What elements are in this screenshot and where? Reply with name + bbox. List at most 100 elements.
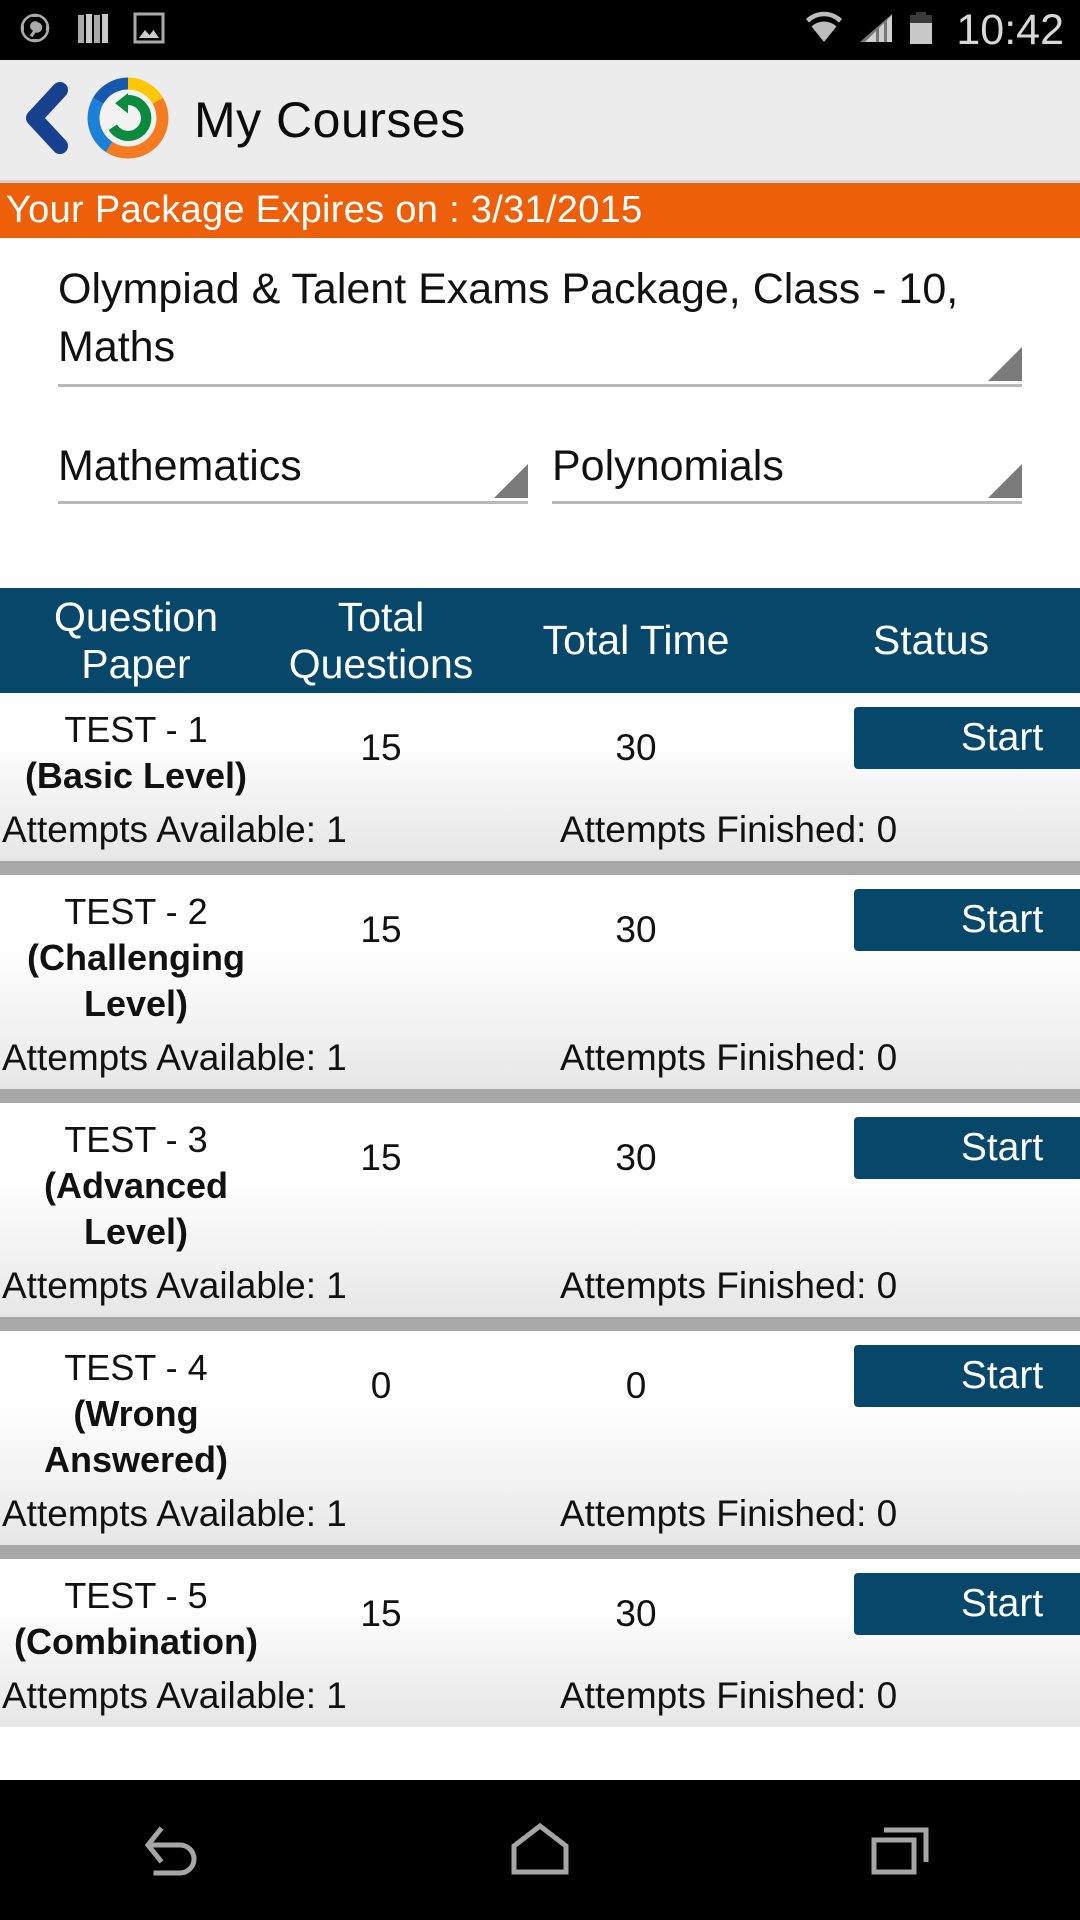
attempts-bar: Attempts Available: 1 Attempts Finished:… (0, 1665, 1080, 1727)
cellular-signal-icon (856, 9, 896, 52)
compass-wrench-icon (16, 9, 54, 52)
attempts-available: Attempts Available: 1 (2, 809, 347, 850)
row-divider (0, 1317, 1080, 1331)
subject-spinner-value: Mathematics (58, 442, 302, 490)
table-row: TEST - 5 (Combination) 15 30 Start Attem… (0, 1559, 1080, 1727)
chapter-spinner-value: Polynomials (552, 442, 784, 490)
row-divider (0, 1089, 1080, 1103)
test-name: TEST - 1 (64, 709, 208, 750)
attempts-bar: Attempts Available: 1 Attempts Finished:… (0, 799, 1080, 861)
spinner-caret-icon (494, 464, 528, 498)
status-cell: Start (782, 1117, 1080, 1179)
app-logo-icon[interactable] (82, 72, 174, 169)
attempts-available: Attempts Available: 1 (2, 1265, 347, 1306)
attempts-available: Attempts Available: 1 (2, 1037, 347, 1078)
total-questions-cell: 15 (360, 1593, 402, 1634)
total-time-cell: 0 (625, 1365, 647, 1406)
tests-table-header: Question Paper Total Questions Total Tim… (0, 588, 1080, 693)
subject-chapter-row: Mathematics Polynomials (58, 437, 1022, 504)
status-cell: Start (782, 1345, 1080, 1407)
test-name-cell: TEST - 2 (Challenging Level) (0, 889, 272, 1027)
chapter-spinner[interactable]: Polynomials (552, 437, 1022, 504)
recents-nav-icon[interactable] (780, 1818, 1020, 1882)
test-name-cell: TEST - 4 (Wrong Answered) (0, 1345, 272, 1483)
filters-section: Olympiad & Talent Exams Package, Class -… (0, 238, 1080, 504)
test-name-cell: TEST - 3 (Advanced Level) (0, 1117, 272, 1255)
table-row: TEST - 2 (Challenging Level) 15 30 Start… (0, 875, 1080, 1103)
package-expiry-banner: Your Package Expires on : 3/31/2015 (0, 183, 1080, 238)
package-spinner-value: Olympiad & Talent Exams Package, Class -… (58, 265, 959, 371)
test-name: TEST - 4 (64, 1347, 208, 1388)
battery-icon (906, 9, 936, 52)
books-icon (76, 9, 110, 52)
test-name-cell: TEST - 5 (Combination) (0, 1573, 272, 1665)
app-screen: 10:42 My Courses Your Package Expires on… (0, 0, 1080, 1920)
table-row-main: TEST - 2 (Challenging Level) 15 30 Start (0, 875, 1080, 1027)
status-bar-clock: 10:42 (956, 5, 1064, 54)
table-row-main: TEST - 3 (Advanced Level) 15 30 Start (0, 1103, 1080, 1255)
attempts-available: Attempts Available: 1 (2, 1675, 347, 1716)
home-nav-icon[interactable] (420, 1818, 660, 1882)
attempts-bar: Attempts Available: 1 Attempts Finished:… (0, 1483, 1080, 1545)
total-questions-cell: 15 (360, 909, 402, 950)
column-header-line1: Question (53, 593, 219, 640)
android-nav-bar (0, 1780, 1080, 1920)
gallery-icon (132, 9, 166, 52)
table-row-main: TEST - 1 (Basic Level) 15 30 Start (0, 693, 1080, 799)
status-bar: 10:42 (0, 0, 1080, 60)
action-bar: My Courses (0, 60, 1080, 183)
test-level: (Challenging Level) (27, 937, 245, 1024)
attempts-finished: Attempts Finished: 0 (560, 1493, 898, 1534)
package-spinner[interactable]: Olympiad & Talent Exams Package, Class -… (58, 260, 1022, 387)
test-level: (Basic Level) (24, 755, 248, 796)
test-level: (Advanced Level) (43, 1165, 229, 1252)
total-questions-cell: 15 (360, 727, 402, 768)
status-cell: Start (782, 707, 1080, 769)
test-name: TEST - 2 (64, 891, 208, 932)
total-questions-cell: 0 (370, 1365, 392, 1406)
total-time-cell: 30 (615, 1137, 657, 1178)
table-row: TEST - 1 (Basic Level) 15 30 Start Attem… (0, 693, 1080, 875)
start-button[interactable]: Start (854, 1345, 1080, 1407)
test-level: (Wrong Answered) (43, 1393, 229, 1480)
total-time-cell: 30 (615, 1593, 657, 1634)
attempts-available: Attempts Available: 1 (2, 1493, 347, 1534)
test-name: TEST - 5 (64, 1575, 208, 1616)
status-bar-system-icons: 10:42 (802, 5, 1064, 54)
row-divider (0, 861, 1080, 875)
test-name: TEST - 3 (64, 1119, 208, 1160)
test-name-cell: TEST - 1 (Basic Level) (0, 707, 272, 799)
column-header-line2: Paper (81, 640, 191, 687)
wifi-icon (802, 9, 846, 52)
start-button[interactable]: Start (854, 1573, 1080, 1635)
table-row: TEST - 3 (Advanced Level) 15 30 Start At… (0, 1103, 1080, 1331)
attempts-finished: Attempts Finished: 0 (560, 1675, 898, 1716)
spinner-caret-icon (988, 347, 1022, 381)
column-header-total-time: Total Time (542, 617, 730, 663)
attempts-finished: Attempts Finished: 0 (560, 809, 898, 850)
column-header-total-questions: Total Questions (272, 594, 490, 688)
back-chevron-icon[interactable] (14, 78, 78, 163)
total-time-cell: 30 (615, 727, 657, 768)
page-title: My Courses (194, 92, 466, 148)
table-row: TEST - 4 (Wrong Answered) 0 0 Start Atte… (0, 1331, 1080, 1559)
test-level: (Combination) (14, 1621, 258, 1662)
table-row-main: TEST - 5 (Combination) 15 30 Start (0, 1559, 1080, 1665)
package-expiry-text: Your Package Expires on : 3/31/2015 (6, 189, 643, 231)
status-cell: Start (782, 889, 1080, 951)
tests-table-body: TEST - 1 (Basic Level) 15 30 Start Attem… (0, 693, 1080, 1727)
column-header-question-paper: Question Paper (0, 594, 272, 688)
column-header-status: Status (872, 617, 990, 663)
spinner-caret-icon (988, 464, 1022, 498)
attempts-finished: Attempts Finished: 0 (560, 1037, 898, 1078)
attempts-bar: Attempts Available: 1 Attempts Finished:… (0, 1027, 1080, 1089)
start-button[interactable]: Start (854, 707, 1080, 769)
row-divider (0, 1545, 1080, 1559)
total-questions-cell: 15 (360, 1137, 402, 1178)
back-nav-icon[interactable] (60, 1818, 300, 1882)
attempts-bar: Attempts Available: 1 Attempts Finished:… (0, 1255, 1080, 1317)
subject-spinner[interactable]: Mathematics (58, 437, 528, 504)
status-cell: Start (782, 1573, 1080, 1635)
start-button[interactable]: Start (854, 1117, 1080, 1179)
start-button[interactable]: Start (854, 889, 1080, 951)
